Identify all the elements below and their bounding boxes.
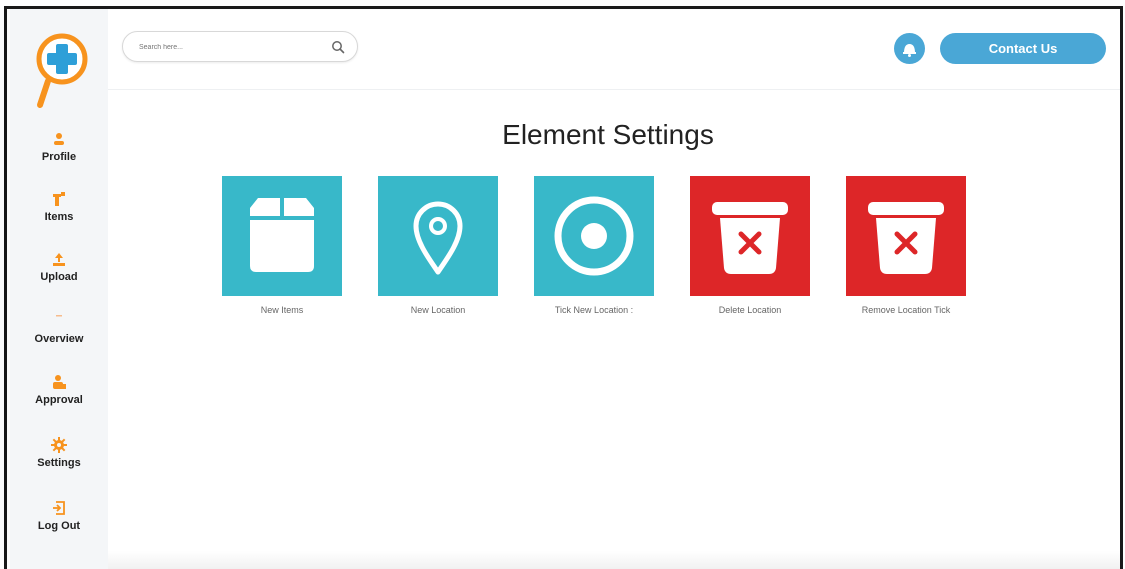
search-icon[interactable]: [331, 40, 345, 54]
sidebar-item-label: Profile: [41, 151, 77, 163]
sidebar-item-logout[interactable]: Log Out: [10, 500, 108, 532]
tile-tick-new-location[interactable]: Tick New Location :: [534, 176, 654, 315]
sidebar-item-items[interactable]: Items: [10, 191, 108, 223]
gear-icon: [51, 437, 67, 453]
bell-icon: [903, 44, 916, 57]
sidebar-item-label: Overview: [34, 333, 84, 345]
sidebar-item-label: Items: [44, 211, 74, 223]
sidebar-item-upload[interactable]: Upload: [10, 251, 108, 283]
trash-x-icon: [846, 176, 966, 296]
tile-new-items[interactable]: New Items: [222, 176, 342, 315]
sidebar: Profile Items Upload Overview Approval S…: [10, 9, 108, 569]
tile-new-location[interactable]: New Location: [378, 176, 498, 315]
magnifier-plus-logo[interactable]: [32, 29, 92, 121]
upload-icon: [53, 253, 65, 266]
items-icon: [53, 192, 65, 206]
notification-button[interactable]: [894, 33, 925, 64]
sidebar-item-label: Approval: [35, 394, 83, 406]
tile-delete-location[interactable]: Delete Location: [690, 176, 810, 315]
sidebar-item-approval[interactable]: Approval: [10, 374, 108, 406]
location-pin-icon: [378, 176, 498, 296]
contact-us-button[interactable]: Contact Us: [940, 33, 1106, 64]
user-icon: [54, 133, 64, 145]
trash-x-icon: [690, 176, 810, 296]
app-window: Profile Items Upload Overview Approval S…: [4, 6, 1123, 569]
tile-label: Tick New Location :: [554, 305, 634, 315]
sidebar-item-overview[interactable]: Overview: [10, 313, 108, 345]
approval-icon: [53, 375, 66, 389]
sidebar-item-profile[interactable]: Profile: [10, 131, 108, 163]
overview-icon: [56, 315, 62, 317]
footer-shade: [108, 551, 1120, 569]
tile-label: Remove Location Tick: [861, 305, 951, 315]
search-input[interactable]: [137, 38, 321, 57]
tile-label: New Items: [260, 305, 304, 315]
tile-label: Delete Location: [718, 305, 782, 315]
page-title: Element Settings: [502, 119, 714, 150]
sidebar-item-label: Upload: [40, 271, 78, 283]
sidebar-item-label: Log Out: [37, 520, 81, 532]
target-icon: [534, 176, 654, 296]
tile-label: New Location: [410, 305, 466, 315]
box-icon: [222, 176, 342, 296]
tile-remove-location-tick[interactable]: Remove Location Tick: [846, 176, 966, 315]
search-box[interactable]: [122, 31, 358, 62]
top-bar: Contact Us: [108, 9, 1120, 90]
sidebar-item-label: Settings: [37, 457, 81, 469]
sidebar-item-settings[interactable]: Settings: [10, 437, 108, 469]
logout-icon: [53, 501, 65, 515]
